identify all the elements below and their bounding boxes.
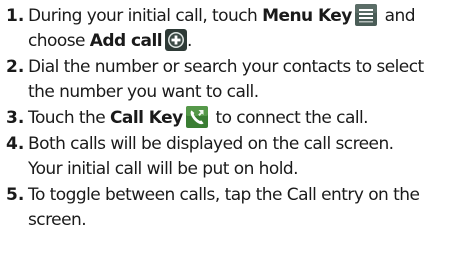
call-key-icon (185, 106, 208, 128)
step-4: 4. Both calls will be displayed on the ca… (6, 132, 468, 182)
add-call-label: Add call (89, 31, 163, 51)
menu-key-label: Menu Key (262, 6, 352, 26)
instructions-document: 1. During your initial call, touch Menu K… (0, 0, 471, 262)
step-1: 1. During your initial call, touch Menu K… (6, 4, 468, 54)
step-4-line-1: 4. Both calls will be displayed on the ca… (6, 132, 468, 157)
step-3: 3. Touch the Call Key to connect the call… (6, 106, 468, 131)
step-4-line-2: Your initial call will be put on hold. (28, 159, 299, 179)
step-2-line-1: 2. Dial the number or search your contact… (6, 55, 468, 80)
step-5: 5. To toggle between calls, tap the Call … (6, 183, 468, 233)
call-key-label: Call Key (110, 108, 183, 128)
step-3-line-1: 3. Touch the Call Key to connect the call… (6, 106, 468, 131)
step-number: 2. (6, 57, 25, 77)
step-number: 5. (6, 185, 25, 205)
step-1-line-2: choose Add call . (28, 29, 192, 51)
step-number: 1. (6, 6, 25, 26)
step-number: 4. (6, 134, 25, 154)
step-2: 2. Dial the number or search your contact… (6, 55, 468, 105)
step-5-line-1: 5. To toggle between calls, tap the Call … (6, 183, 468, 208)
step-2-line-2: the number you want to call. (28, 82, 259, 102)
add-call-icon (165, 29, 188, 51)
step-number: 3. (6, 108, 25, 128)
menu-key-icon (354, 4, 377, 26)
step-1-line-1: 1. During your initial call, touch Menu K… (6, 4, 468, 29)
step-5-line-2: screen. (28, 210, 87, 230)
